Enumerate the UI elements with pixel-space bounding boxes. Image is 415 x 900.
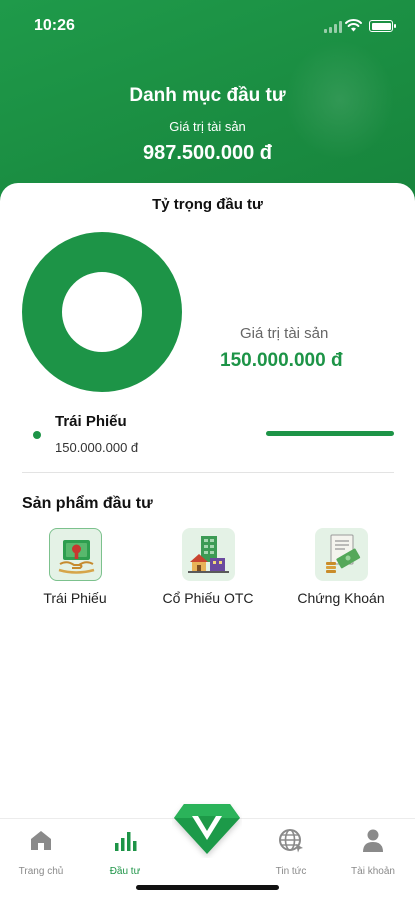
products-title: Sản phẩm đầu tư [22, 495, 153, 512]
allocation-donut-chart[interactable] [22, 232, 182, 392]
section-divider [22, 472, 394, 473]
nav-label: Tin tức [275, 866, 307, 877]
legend-share-bar-fill [266, 431, 394, 436]
user-icon [363, 829, 383, 852]
allocation-title: Tỷ trọng đầu tư [152, 196, 263, 213]
nav-item-trang-chu[interactable]: Trang chủ [6, 827, 76, 877]
total-asset-value: 987.500.000 đ [143, 142, 272, 164]
product-chung-khoan[interactable]: Chứng Khoán [281, 528, 401, 606]
legend-item-name: Trái Phiếu [55, 413, 127, 430]
product-tile[interactable] [181, 528, 235, 581]
page-title: Danh mục đầu tư [129, 85, 286, 106]
product-label: Cổ Phiếu OTC [162, 590, 254, 606]
status-time: 10:26 [34, 17, 75, 34]
battery-icon [369, 20, 396, 32]
allocation-asset-label: Giá trị tài sản [240, 325, 329, 342]
legend-share-bar [266, 431, 394, 436]
bond-certificate-icon [58, 540, 94, 574]
product-tile[interactable] [48, 528, 102, 581]
legend-dot [33, 431, 41, 439]
bar-chart-icon [115, 832, 137, 851]
home-icon [31, 831, 51, 850]
donut-segment-trai-phieu [22, 232, 182, 392]
product-tile[interactable] [314, 528, 368, 581]
nav-item-tin-tuc[interactable]: Tin tức [256, 827, 326, 877]
product-co-phieu-otc[interactable]: Cổ Phiếu OTC [148, 528, 268, 606]
allocation-asset-value: 150.000.000 đ [220, 350, 343, 371]
diamond-logo-icon [174, 804, 240, 854]
nav-item-dau-tu[interactable]: Đầu tư [90, 827, 160, 877]
portfolio-card: Tỷ trọng đầu tư Giá trị tài sản 150.000.… [0, 183, 415, 823]
stock-building-icon [187, 536, 229, 573]
wifi-icon [345, 19, 362, 32]
product-label: Trái Phiếu [43, 590, 107, 606]
total-asset-label: Giá trị tài sản [169, 119, 246, 134]
product-label: Chứng Khoán [297, 590, 385, 606]
legend-item-value: 150.000.000 đ [55, 440, 139, 455]
cellular-signal-icon [324, 21, 342, 33]
home-indicator [136, 885, 279, 890]
nav-label: Đầu tư [109, 866, 141, 877]
globe-icon [279, 829, 303, 853]
nav-label: Trang chủ [18, 866, 64, 877]
center-action-button[interactable] [172, 796, 242, 858]
securities-document-icon [325, 534, 360, 573]
status-bar: 10:26 [0, 0, 415, 54]
product-trai-phieu[interactable]: Trái Phiếu [15, 528, 135, 606]
nav-item-tai-khoan[interactable]: Tài khoản [338, 827, 408, 877]
nav-label: Tài khoản [351, 866, 395, 877]
